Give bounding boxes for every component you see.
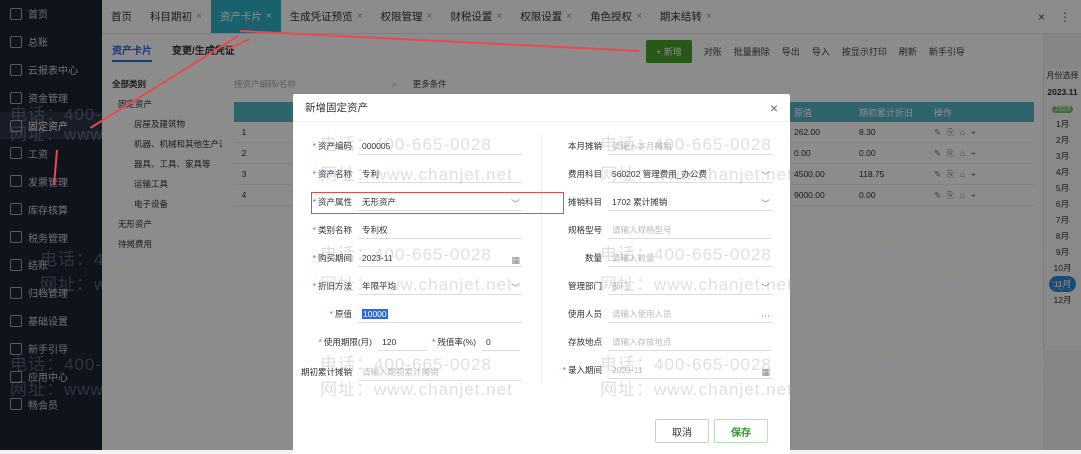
field-label: 费用科目 <box>567 169 602 179</box>
field-6[interactable]: * 原值 10000 <box>306 305 522 323</box>
field-label: 管理部门 <box>567 281 602 291</box>
field-value: 1702 累计摊销 <box>612 197 668 207</box>
right-field-2[interactable]: 摊销科目 1702 累计摊销 ﹀ <box>548 193 772 211</box>
cancel-button[interactable]: 取消 <box>655 419 709 443</box>
field-value: 10000 <box>362 309 388 319</box>
watermark: 网址：www.chanjet.net <box>880 380 1073 399</box>
field-label: 存放地点 <box>567 337 602 347</box>
close-icon[interactable]: × <box>770 100 778 116</box>
watermark: 电话：400-665-0028 <box>600 355 772 374</box>
required-mark: * <box>312 225 316 235</box>
required-mark: * <box>312 169 316 179</box>
chevron-down-icon[interactable]: ﹀ <box>761 195 770 210</box>
required-mark: * <box>318 337 322 347</box>
required-mark: * <box>432 337 436 347</box>
watermark: 电话：400-665-0028 <box>320 355 492 374</box>
field-label: 规格型号 <box>567 225 602 235</box>
watermark: 网址：www.chanjet.net <box>600 275 793 294</box>
watermark: 网址：www.chanjet.net <box>320 380 513 399</box>
watermark: 网址：www.chanjet.net <box>600 380 793 399</box>
watermark: 电话：400-665-0028 <box>40 250 212 269</box>
required-mark: * <box>312 141 316 151</box>
more-dots-icon[interactable]: ⋯ <box>761 307 770 322</box>
field-value: 请输入使用人员 <box>612 309 672 319</box>
dialog-column-divider <box>541 134 542 384</box>
right-field-7[interactable]: 存放地点 请输入存放地点 <box>548 333 772 351</box>
required-mark: * <box>312 281 316 291</box>
residual-rate-field[interactable]: * 残值率(%) 0 <box>432 333 520 351</box>
required-mark: * <box>312 253 316 263</box>
watermark: 网址：www.chanjet.net <box>320 275 513 294</box>
field-label: 原值 <box>334 309 352 319</box>
right-field-3[interactable]: 规格型号 请输入规格型号 <box>548 221 772 239</box>
watermark: 电话：400-665-0028 <box>320 245 492 264</box>
required-mark: * <box>329 309 333 319</box>
watermark: 网址：www.chanjet.net <box>600 165 793 184</box>
field-label: 本月摊销 <box>567 141 602 151</box>
field-label: 使用人员 <box>567 309 602 319</box>
field-label: 残值率(%) <box>437 337 477 347</box>
service-life-field[interactable]: * 使用期限(月) 120 <box>306 333 428 351</box>
right-field-6[interactable]: 使用人员 请输入使用人员 ⋯ <box>548 305 772 323</box>
dialog-title: 新增固定资产 <box>305 102 368 114</box>
field-value: 请输入存放地点 <box>612 337 672 347</box>
field-label: 摊销科目 <box>567 197 602 207</box>
required-mark: * <box>562 365 566 375</box>
field-label: 类别名称 <box>317 225 352 235</box>
field-value: 请输入规格型号 <box>612 225 672 235</box>
watermark: 网址：www.chanjet.net <box>10 380 203 399</box>
watermark: 电话：400-665-0028 <box>600 135 772 154</box>
watermark: 网址：www.chanjet.net <box>40 275 233 294</box>
watermark: 电话：400-665-0028 <box>600 245 772 264</box>
field-value: 120 <box>382 337 397 347</box>
field-value: 专利权 <box>362 225 388 235</box>
field-value: 0 <box>486 337 491 347</box>
watermark: 网址：www.chanjet.net <box>880 275 1073 294</box>
watermark: 电话：400-665-0028 <box>880 245 1052 264</box>
save-button[interactable]: 保存 <box>714 419 768 443</box>
annotation-highlight-box <box>311 192 564 214</box>
watermark: 网址：www.chanjet.net <box>10 125 203 144</box>
field-3[interactable]: * 类别名称 专利权 <box>306 221 522 239</box>
watermark: 网址：www.chanjet.net <box>320 165 513 184</box>
dialog-header: 新增固定资产 × <box>293 94 790 122</box>
field-label: 使用期限(月) <box>323 337 372 347</box>
watermark: 电话：400-665-0028 <box>880 355 1052 374</box>
watermark: 电话：400-665-0028 <box>10 355 182 374</box>
calendar-icon[interactable]: ▦ <box>511 251 520 266</box>
field-label: 录入期间 <box>567 365 602 375</box>
watermark: 电话：400-665-0028 <box>320 135 492 154</box>
